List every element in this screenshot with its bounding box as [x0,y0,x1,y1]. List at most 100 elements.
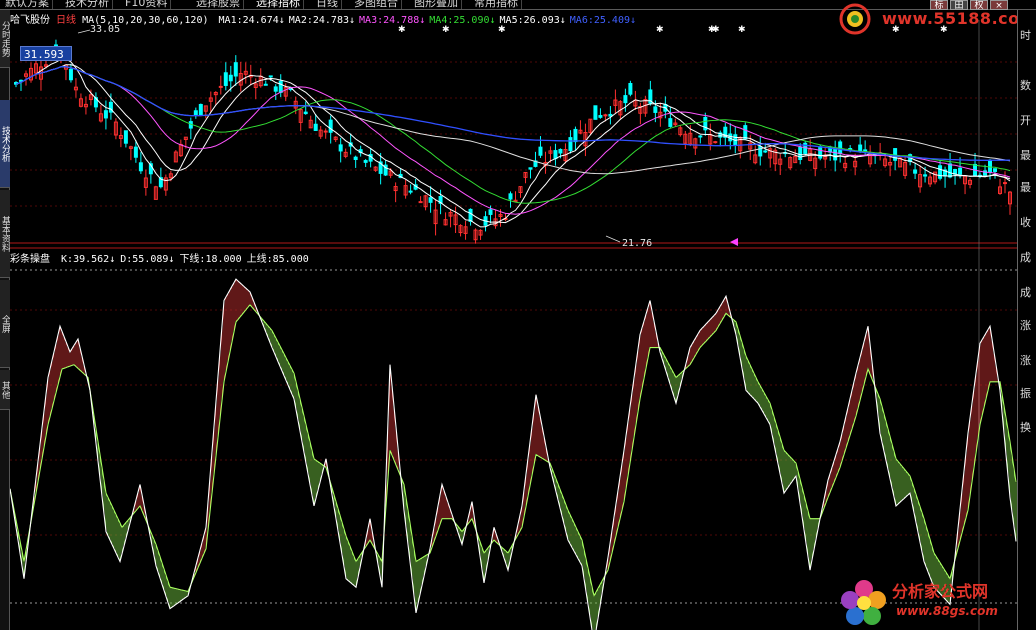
ma-number: 24.674 [242,15,279,26]
candle-body [138,162,143,172]
menu-item[interactable]: 选择股票 [193,0,244,9]
menu-item[interactable]: F10资料 [122,0,172,9]
down-arrow-icon: ↓ [489,15,496,26]
candle-body [228,74,233,82]
candle-body [418,201,423,204]
candle-body [508,193,513,200]
indicator-label: 上线: [246,254,273,265]
ma-number: 25.090 [453,15,490,26]
left-tab[interactable]: 全屏 [0,280,10,368]
signal-star-icon: ✱ [656,25,664,35]
low-price-pointer [605,235,621,243]
ma-value: MA5:26.093↓ [500,15,566,26]
candle-body [68,68,73,81]
indicator-legend: 彩条操盘 K:39.562↓ D:55.089↓ 下线:18.000 上线:85.00… [10,250,309,265]
menu-item[interactable]: 多图组合 [351,0,402,9]
candle-body [893,148,898,161]
ma-value: MA1:24.674↓ [219,15,285,26]
info-label: 成 [1020,251,1031,264]
candle-body [568,137,573,152]
left-tab[interactable]: 其他 [0,370,10,410]
down-arrow-icon: ↓ [349,15,356,26]
ma-value: MA3:24.788↓ [359,15,425,26]
info-label: 数 [1020,79,1031,92]
info-label: 收 [1020,216,1031,229]
left-tab-strip: 分时走势技术分析基本资料全屏 其他 [0,10,10,630]
candle-body [223,72,228,86]
signal-star-icon: ✱ [498,25,506,35]
info-label: 涨 [1020,354,1031,367]
candle-body [628,83,633,95]
indicator-number: 55.089 [132,254,169,265]
candle-body [713,141,718,144]
ma-label: MA2: [288,15,313,26]
menu-item[interactable]: 技术分析 [62,0,113,9]
candle-body [553,150,558,160]
candle-body [468,208,473,222]
candle-body [653,106,658,113]
last-price-box: 31.593 [20,46,72,61]
ma-label: MA5: [499,15,524,26]
chart-canvas[interactable]: ✱ ✱ ✱ ✱ ✱✱ ✱ ✱ ✱ [9,10,1017,630]
candle-body [763,150,768,153]
candle-body [408,190,413,193]
candle-body [538,146,543,156]
candle-body [558,148,563,154]
signal-star-icon: ✱ [442,25,450,35]
candle-body [123,130,128,144]
signal-star-icon: ✱ [712,25,720,35]
low-price-value: 21.76 [622,238,653,249]
candle-body [698,135,703,138]
indicator-number: 85.000 [272,254,309,265]
candle-body [858,144,863,152]
menu-item[interactable]: 图形叠加 [411,0,462,9]
info-label: 成 [1020,286,1031,299]
menu-item[interactable]: 日线 [313,0,342,9]
indicator-label: D: [120,254,133,265]
down-arrow-icon: ↓ [109,254,116,265]
candle-body [273,86,278,92]
low-price-mark: 21.76 [622,238,652,249]
ma-value: MA4:25.090↓ [429,15,495,26]
flower-logo-icon [841,580,886,625]
right-info-panel: 时数开最最收成成涨涨振换 [1017,10,1036,630]
info-label: 时 [1020,29,1031,42]
position-marker-icon [730,238,738,246]
info-label: 最 [1020,149,1031,162]
candle-body [623,95,628,104]
candle-body [863,149,868,152]
stock-name: 哈飞股份 [10,15,50,26]
info-label: 涨 [1020,319,1031,332]
left-tab[interactable]: 技术分析 [0,100,10,188]
indicator-label: 下线: [179,254,206,265]
ma-label: MA4: [429,15,454,26]
candle-body [313,123,318,131]
candle-body [218,85,223,88]
indicator-values: K:39.562↓ D:55.089↓ 下线:18.000 上线:85.000 [56,254,309,265]
menu-item[interactable]: 选择指标 [253,0,304,9]
d-line [9,303,1017,598]
signal-star-icon: ✱ [738,25,746,35]
candle-body [103,110,108,119]
candle-body [573,128,578,143]
candle-body [268,75,273,78]
candle-body [303,111,308,115]
menu-item[interactable]: 常用指标 [471,0,522,9]
down-arrow-icon: ↓ [168,254,175,265]
left-tab[interactable]: 分时走势 [0,10,10,68]
menu-item[interactable]: 默认方案 [2,0,53,9]
candle-body [488,209,493,215]
candle-body [988,159,993,173]
candle-body [743,125,748,140]
candle-body [608,113,613,117]
watermark-site-url: www.88gs.com [896,604,998,618]
candle-body [328,119,333,133]
candle-body [993,168,998,172]
down-arrow-icon: ↓ [278,15,285,26]
indicator-value: 上线:85.000 [247,254,309,265]
ma-value: MA2:24.783↓ [289,15,355,26]
chart-area[interactable]: ✱ ✱ ✱ ✱ ✱ ✱ ✱ ✱ ✱ 哈飞股份 日线 MA(5,10,20,30,60,120) … [9,10,1017,630]
left-tab[interactable]: 基本资料 [0,190,10,278]
ma-line [15,66,1011,204]
info-label: 最 [1020,181,1031,194]
